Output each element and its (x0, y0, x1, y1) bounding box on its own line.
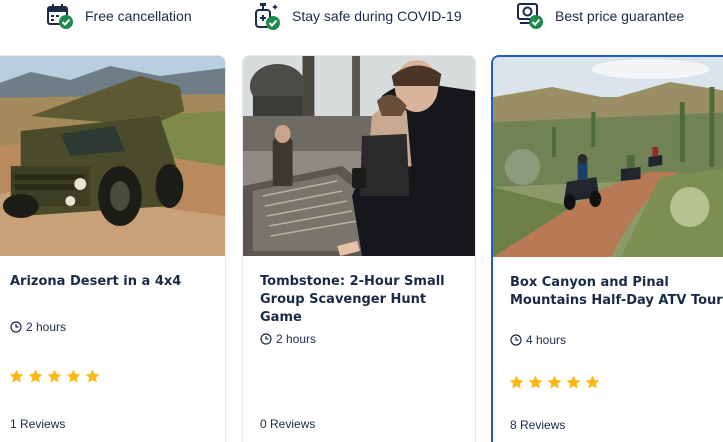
star-rating (9, 369, 104, 384)
star-icon (47, 369, 62, 383)
star-icon (528, 375, 543, 389)
clock-icon (260, 333, 272, 345)
activity-title[interactable]: Tombstone: 2-Hour Small Group Scavenger … (260, 273, 470, 327)
review-count: 0 Reviews (260, 417, 316, 431)
sanitizer-check-icon (255, 3, 280, 30)
duration-label: 4 hours (526, 333, 567, 347)
calendar-check-icon (47, 4, 73, 29)
review-count: 1 Reviews (10, 417, 66, 431)
activity-photo-atv-tour[interactable] (493, 57, 723, 257)
star-icon (547, 375, 562, 389)
activity-card[interactable]: Box Canyon and Pinal Mountains Half-Day … (491, 55, 723, 442)
star-rating (509, 375, 604, 390)
feature-label: Free cancellation (85, 8, 192, 24)
duration-label: 2 hours (276, 332, 317, 346)
feature-covid-safety: Stay safe during COVID-19 (253, 2, 462, 30)
feature-best-price: Best price guarantee (516, 2, 684, 30)
activity-title[interactable]: Arizona Desert in a 4x4 (10, 273, 215, 291)
activity-duration: 2 hours (10, 320, 66, 334)
activity-duration: 2 hours (260, 332, 316, 346)
activity-photo-4x4-truck[interactable] (0, 56, 225, 256)
activity-card[interactable]: Arizona Desert in a 4x4 2 hours 1 Review… (0, 55, 226, 442)
activity-duration: 4 hours (510, 333, 566, 347)
price-tag-check-icon (517, 3, 543, 29)
feature-label: Best price guarantee (555, 8, 685, 24)
duration-label: 2 hours (26, 320, 67, 334)
clock-icon (510, 334, 522, 346)
feature-free-cancellation: Free cancellation (46, 2, 192, 30)
features-bar: Free cancellation Stay safe during COVID… (0, 0, 723, 38)
star-icon (566, 375, 581, 389)
activity-title[interactable]: Box Canyon and Pinal Mountains Half-Day … (510, 274, 723, 310)
star-icon (28, 369, 43, 383)
star-icon (9, 369, 24, 383)
activity-card[interactable]: Tombstone: 2-Hour Small Group Scavenger … (242, 55, 476, 442)
star-icon (85, 369, 100, 383)
star-icon (66, 369, 81, 383)
activity-photo-scavenger-hunt[interactable] (243, 56, 475, 256)
feature-label: Stay safe during COVID-19 (292, 8, 462, 24)
review-count: 8 Reviews (510, 418, 566, 432)
clock-icon (10, 321, 22, 333)
star-icon (509, 375, 524, 389)
star-icon (585, 375, 600, 389)
